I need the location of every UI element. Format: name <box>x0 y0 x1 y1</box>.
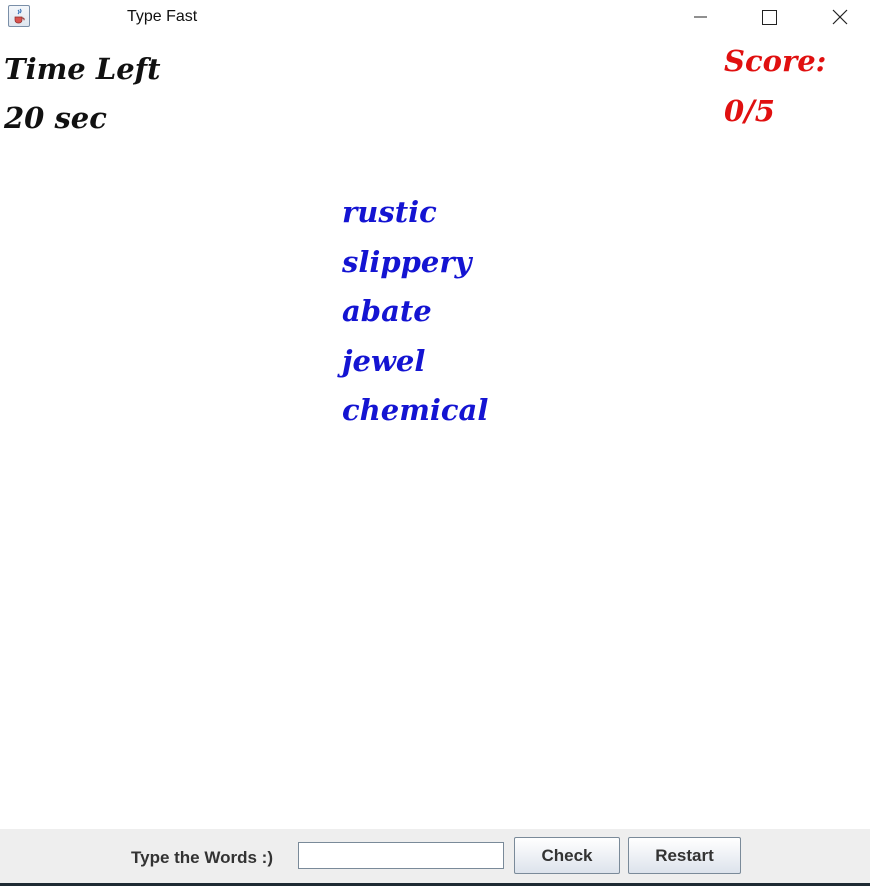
window-title: Type Fast <box>127 8 198 25</box>
close-icon <box>832 9 848 25</box>
word-input[interactable] <box>298 842 504 869</box>
word-item: jewel <box>342 343 426 378</box>
word-item: slippery <box>342 244 472 279</box>
word-item: abate <box>342 294 432 328</box>
score-value: 0/5 <box>724 94 775 128</box>
word-item: rustic <box>342 195 437 229</box>
minimize-icon <box>694 16 707 18</box>
maximize-button[interactable] <box>746 0 792 34</box>
close-button[interactable] <box>817 0 863 34</box>
maximize-icon <box>762 10 777 25</box>
input-bar: Type the Words :) Check Restart <box>0 829 870 883</box>
type-words-label: Type the Words :) <box>131 848 273 867</box>
restart-button[interactable]: Restart <box>628 837 741 874</box>
check-button[interactable]: Check <box>514 837 620 874</box>
time-left-label: Time Left <box>4 52 161 86</box>
score-label: Score: <box>724 44 827 78</box>
java-cup-icon[interactable] <box>8 5 30 27</box>
type-fast-window: Type Fast Time Left 20 sec Score: 0/5 ru… <box>0 0 870 886</box>
title-bar[interactable]: Type Fast <box>0 0 870 34</box>
word-list: rustic slippery abate jewel chemical <box>342 192 488 440</box>
time-left-value: 20 sec <box>4 101 107 135</box>
word-item: chemical <box>342 393 489 427</box>
minimize-button[interactable] <box>677 0 723 34</box>
